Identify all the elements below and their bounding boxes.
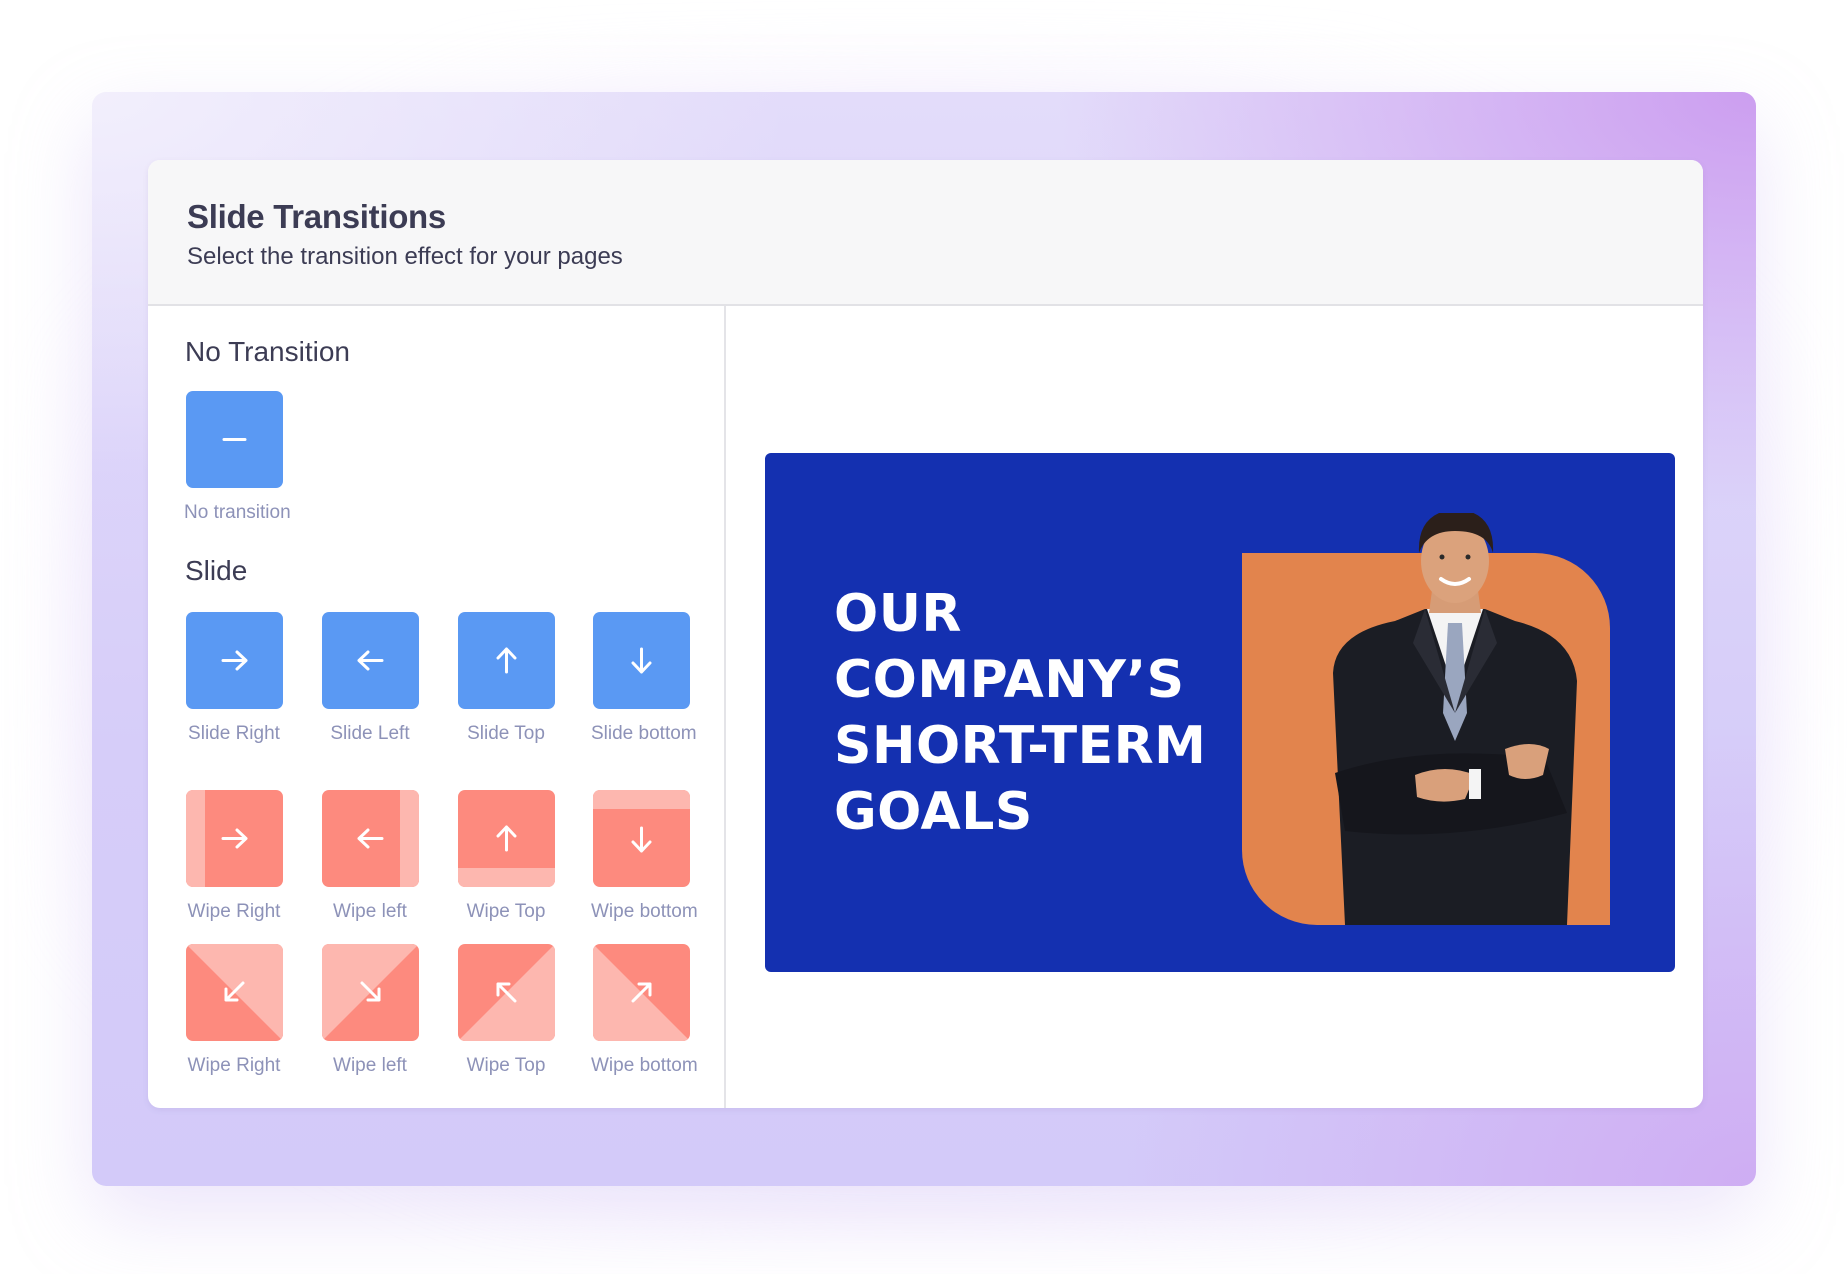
- option-label: Wipe Right: [187, 1055, 281, 1076]
- arrow-up-icon: [496, 825, 516, 852]
- arrow-up-icon: [496, 647, 516, 674]
- option-label: No transition: [184, 502, 291, 523]
- option-wipe-diagonal-up-right[interactable]: Wipe bottom: [591, 944, 698, 1077]
- option-label: Wipe bottom: [591, 901, 698, 922]
- no-transition-button[interactable]: [185, 391, 283, 488]
- wipe-diagonal-up-right-button[interactable]: [592, 944, 690, 1041]
- arrow-down-icon: [631, 647, 651, 674]
- minus-icon: [222, 438, 246, 441]
- option-wipe-left[interactable]: Wipe left: [320, 790, 420, 923]
- option-slide-bottom[interactable]: Slide bottom: [591, 612, 697, 745]
- arrow-up-left-icon: [496, 982, 516, 1003]
- wipe-diagonal-down-right-button[interactable]: [321, 944, 419, 1041]
- slide-bottom-button[interactable]: [592, 612, 690, 709]
- option-wipe-diagonal-up-left[interactable]: Wipe Top: [456, 944, 556, 1077]
- option-no-transition[interactable]: No transition: [184, 391, 291, 524]
- option-label: Wipe Right: [187, 901, 281, 922]
- option-label: Slide Top: [467, 723, 545, 744]
- arrow-left-icon: [357, 650, 383, 671]
- dialog-title: Slide Transitions: [187, 198, 446, 235]
- wipe-bottom-button[interactable]: [592, 790, 690, 887]
- slide-left-button[interactable]: [321, 612, 419, 709]
- arrow-right-icon: [221, 828, 247, 849]
- option-wipe-right[interactable]: Wipe Right: [184, 790, 284, 923]
- option-label: Slide Left: [330, 723, 410, 744]
- slide-right-button[interactable]: [185, 612, 283, 709]
- option-label: Wipe bottom: [591, 1055, 698, 1076]
- option-wipe-top[interactable]: Wipe Top: [456, 790, 556, 923]
- slide-preview: OUR COMPANY’S SHORT-TERM GOALS: [765, 453, 1675, 972]
- option-wipe-diagonal-down-left[interactable]: Wipe Right: [184, 944, 284, 1077]
- slide-headline-line: COMPANY’S: [834, 650, 1185, 710]
- option-label: Wipe Top: [466, 901, 546, 922]
- option-label: Slide Right: [188, 723, 280, 744]
- option-slide-right[interactable]: Slide Right: [184, 612, 284, 745]
- wipe-top-button[interactable]: [457, 790, 555, 887]
- wipe-left-button[interactable]: [321, 790, 419, 887]
- option-wipe-bottom[interactable]: Wipe bottom: [591, 790, 698, 923]
- option-slide-top[interactable]: Slide Top: [456, 612, 556, 745]
- arrow-up-right-icon: [631, 982, 651, 1003]
- arrow-left-icon: [357, 828, 383, 849]
- dialog-subtitle: Select the transition effect for your pa…: [187, 243, 623, 270]
- option-label: Slide bottom: [591, 723, 697, 744]
- arrow-right-icon: [221, 650, 247, 671]
- section-heading-no-transition: No Transition: [185, 336, 350, 367]
- wipe-diagonal-down-left-button[interactable]: [185, 944, 283, 1041]
- arrow-down-icon: [631, 826, 651, 853]
- section-heading-slide: Slide: [185, 555, 248, 586]
- option-label: Wipe Top: [466, 1055, 546, 1076]
- option-label: Wipe left: [333, 901, 407, 922]
- slide-headline-line: GOALS: [834, 782, 1033, 842]
- slide-headline-line: SHORT-TERM: [834, 716, 1207, 776]
- option-slide-left[interactable]: Slide Left: [320, 612, 420, 745]
- slide-transitions-dialog: Slide Transitions Select the transition …: [148, 160, 1703, 1108]
- slide-headline-line: OUR: [834, 584, 962, 644]
- dialog-header: Slide Transitions Select the transition …: [148, 160, 1703, 306]
- column-divider: [724, 306, 726, 1108]
- option-wipe-diagonal-down-right[interactable]: Wipe left: [320, 944, 420, 1077]
- slide-top-button[interactable]: [457, 612, 555, 709]
- businessman-photo: [1333, 513, 1577, 925]
- wipe-diagonal-up-left-button[interactable]: [457, 944, 555, 1041]
- arrow-down-left-icon: [224, 981, 244, 1002]
- wipe-right-button[interactable]: [185, 790, 283, 887]
- arrow-down-right-icon: [360, 981, 380, 1002]
- option-label: Wipe left: [333, 1055, 407, 1076]
- slide-headline: OUR COMPANY’S SHORT-TERM GOALS: [834, 581, 1206, 845]
